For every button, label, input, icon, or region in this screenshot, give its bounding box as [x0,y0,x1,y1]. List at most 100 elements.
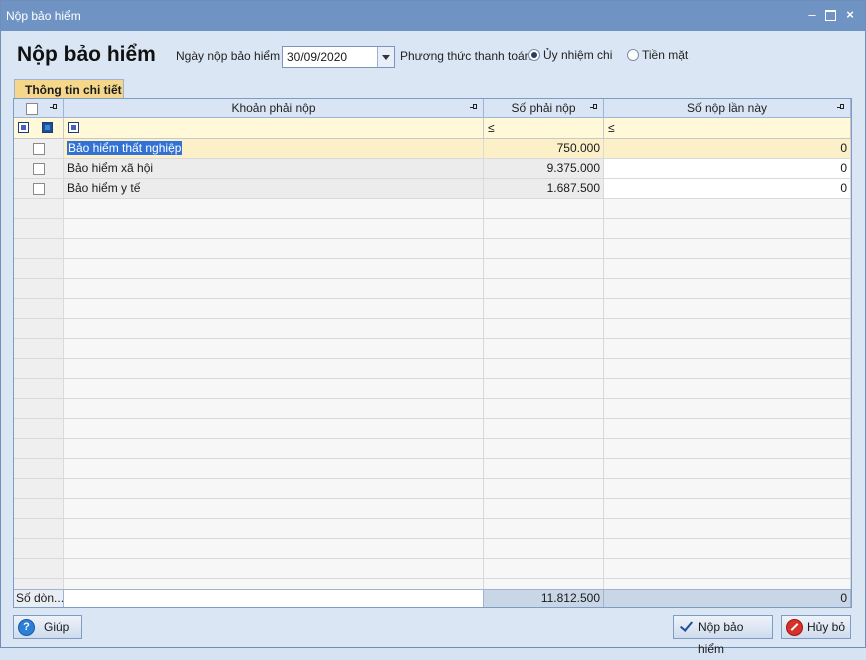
column-header-due[interactable]: Số phải nộp [484,99,604,118]
cancel-button[interactable]: Hủy bỏ [781,615,851,639]
empty-cell [64,319,484,338]
paid-cell[interactable]: 0 [604,139,851,158]
date-label: Ngày nộp bảo hiểm [176,49,281,63]
column-header-paid[interactable]: Số nộp lần này [604,99,851,118]
row-checkbox[interactable] [33,183,45,195]
filter-checkbox-icon[interactable] [42,122,53,133]
checkmark-icon [678,618,694,634]
empty-row [14,219,851,239]
empty-cell [64,239,484,258]
radio-cash[interactable] [627,49,639,61]
chevron-down-icon [382,55,390,60]
date-value[interactable]: 30/09/2020 [287,50,347,64]
empty-cell [64,199,484,218]
empty-cell [14,539,64,558]
minimize-button[interactable]: – [805,7,819,23]
row-checkbox[interactable] [33,143,45,155]
empty-row [14,539,851,559]
date-picker[interactable]: 30/09/2020 [282,46,395,68]
empty-cell [604,539,851,558]
help-button[interactable]: ? Giúp [13,615,82,639]
radio-payment-order[interactable] [528,49,540,61]
empty-cell [484,239,604,258]
empty-cell [484,479,604,498]
grid-rows: Bảo hiểm thất nghiệp 750.000 0 Bảo hiểm … [14,139,851,599]
paid-cell[interactable]: 0 [604,159,851,178]
table-row[interactable]: Bảo hiểm xã hội 9.375.000 0 [14,159,851,179]
pin-icon[interactable] [50,104,59,111]
filter-operator[interactable]: ≤ [488,121,495,135]
item-cell[interactable]: Bảo hiểm thất nghiệp [64,139,484,158]
due-cell[interactable]: 1.687.500 [484,179,604,198]
empty-cell [64,359,484,378]
empty-cell [64,399,484,418]
empty-cell [14,359,64,378]
empty-cell [14,319,64,338]
empty-cell [14,519,64,538]
empty-cell [14,219,64,238]
empty-row [14,459,851,479]
empty-row [14,419,851,439]
title-bar[interactable]: Nộp bảo hiểm – × [1,1,865,31]
empty-cell [64,299,484,318]
total-paid: 0 [604,590,851,607]
due-cell[interactable]: 9.375.000 [484,159,604,178]
empty-cell [604,299,851,318]
empty-cell [604,559,851,578]
pin-icon[interactable] [837,104,846,111]
close-button[interactable]: × [843,7,857,23]
insurance-payment-window: Nộp bảo hiểm – × Nộp bảo hiểm Ngày nộp b… [0,0,866,656]
empty-row [14,299,851,319]
tab-details[interactable]: Thông tin chi tiết [14,79,124,99]
empty-cell [14,299,64,318]
paid-cell[interactable]: 0 [604,179,851,198]
select-all-header [14,99,64,118]
empty-cell [64,559,484,578]
select-all-checkbox[interactable] [26,103,38,115]
empty-cell [604,419,851,438]
row-select-cell[interactable] [14,139,64,158]
empty-row [14,559,851,579]
item-cell[interactable]: Bảo hiểm y tế [64,179,484,198]
table-row[interactable]: Bảo hiểm y tế 1.687.500 0 [14,179,851,199]
payment-option-label-0[interactable]: Ủy nhiệm chi [543,48,612,62]
row-select-cell[interactable] [14,179,64,198]
pin-icon[interactable] [470,104,479,111]
filter-cell-paid[interactable]: ≤ [604,118,851,138]
empty-cell [604,439,851,458]
empty-row [14,519,851,539]
filter-mode-icon[interactable] [68,122,79,133]
tab-label: Thông tin chi tiết [25,83,122,97]
filter-cell-due[interactable]: ≤ [484,118,604,138]
empty-cell [604,199,851,218]
empty-cell [64,439,484,458]
payment-method-label: Phương thức thanh toán [400,49,532,63]
footer-blank-cell [64,590,484,607]
empty-cell [604,319,851,338]
due-cell[interactable]: 750.000 [484,139,604,158]
empty-cell [484,379,604,398]
empty-cell [484,419,604,438]
filter-cell-select[interactable] [14,118,64,138]
row-checkbox[interactable] [33,163,45,175]
date-dropdown-button[interactable] [377,47,394,67]
item-cell[interactable]: Bảo hiểm xã hội [64,159,484,178]
filter-mode-icon[interactable] [18,122,29,133]
empty-row [14,439,851,459]
filter-cell-item[interactable] [64,118,484,138]
maximize-icon [824,10,836,21]
empty-cell [14,479,64,498]
empty-cell [604,339,851,358]
empty-cell [604,259,851,278]
column-header-item[interactable]: Khoản phải nộp [64,99,484,118]
payment-option-label-1[interactable]: Tiền mặt [642,48,688,62]
maximize-button[interactable] [823,7,837,23]
submit-insurance-button[interactable]: Nộp bảo hiểm [673,615,773,656]
table-row[interactable]: Bảo hiểm thất nghiệp 750.000 0 [14,139,851,159]
empty-cell [484,439,604,458]
pin-icon[interactable] [590,104,599,111]
row-select-cell[interactable] [14,159,64,178]
filter-operator[interactable]: ≤ [608,121,615,135]
empty-cell [64,479,484,498]
empty-cell [484,459,604,478]
